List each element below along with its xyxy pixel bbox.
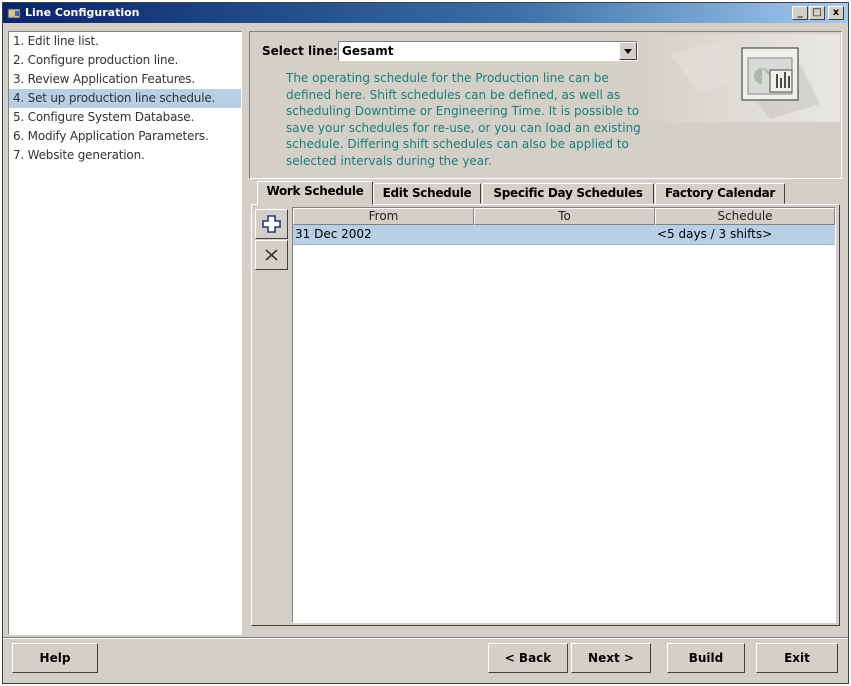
step-item-website-generation[interactable]: 7. Website generation. bbox=[9, 146, 241, 165]
exit-button[interactable]: Exit bbox=[756, 643, 838, 673]
line-select-value: Gesamt bbox=[342, 44, 394, 58]
close-icon bbox=[265, 249, 278, 261]
help-button[interactable]: Help bbox=[12, 643, 98, 673]
step-item-configure-database[interactable]: 5. Configure System Database. bbox=[9, 108, 241, 127]
select-line-label: Select line: bbox=[262, 44, 338, 58]
line-select[interactable]: Gesamt bbox=[338, 41, 638, 61]
step-item-edit-line-list[interactable]: 1. Edit line list. bbox=[9, 32, 241, 51]
step-item-configure-production-line[interactable]: 2. Configure production line. bbox=[9, 51, 241, 70]
app-icon bbox=[7, 8, 21, 19]
column-header-schedule[interactable]: Schedule bbox=[655, 208, 835, 225]
step-item-modify-parameters[interactable]: 6. Modify Application Parameters. bbox=[9, 127, 241, 146]
delete-schedule-button[interactable] bbox=[255, 240, 288, 270]
column-header-to[interactable]: To bbox=[474, 208, 655, 225]
steps-list: 1. Edit line list. 2. Configure producti… bbox=[8, 31, 242, 635]
footer-divider bbox=[3, 637, 848, 639]
step-item-review-features[interactable]: 3. Review Application Features. bbox=[9, 70, 241, 89]
maximize-button[interactable]: □ bbox=[809, 6, 825, 20]
build-button[interactable]: Build bbox=[667, 643, 745, 673]
tab-factory-calendar[interactable]: Factory Calendar bbox=[655, 183, 785, 204]
schedule-tabs: Work Schedule Edit Schedule Specific Day… bbox=[249, 181, 842, 642]
table-header: From To Schedule bbox=[293, 208, 835, 225]
work-schedule-table[interactable]: From To Schedule 31 Dec 2002 <5 days / 3… bbox=[292, 207, 836, 623]
tab-specific-day-schedules[interactable]: Specific Day Schedules bbox=[482, 183, 654, 204]
add-schedule-button[interactable] bbox=[255, 209, 288, 239]
window-title: Line Configuration bbox=[25, 6, 140, 19]
column-header-from[interactable]: From bbox=[293, 208, 474, 225]
cell-schedule[interactable]: <5 days / 3 shifts> bbox=[655, 225, 835, 244]
line-configuration-window: Line Configuration _ □ x 1. Edit line li… bbox=[2, 2, 849, 684]
tab-edit-schedule[interactable]: Edit Schedule bbox=[373, 183, 481, 204]
tab-work-schedule[interactable]: Work Schedule bbox=[257, 181, 373, 205]
cell-from[interactable]: 31 Dec 2002 bbox=[293, 225, 474, 244]
header-panel: Select line: Gesamt The operating schedu… bbox=[249, 31, 842, 179]
header-illustration-icon bbox=[630, 34, 840, 122]
step-item-set-up-schedule[interactable]: 4. Set up production line schedule. bbox=[9, 89, 241, 108]
back-button[interactable]: < Back bbox=[488, 643, 568, 673]
table-row[interactable]: 31 Dec 2002 <5 days / 3 shifts> bbox=[293, 225, 835, 245]
next-button[interactable]: Next > bbox=[571, 643, 651, 673]
minimize-button[interactable]: _ bbox=[792, 6, 808, 20]
schedule-description: The operating schedule for the Productio… bbox=[286, 71, 641, 168]
plus-icon bbox=[262, 215, 281, 233]
cell-to[interactable] bbox=[474, 225, 655, 244]
chevron-down-icon[interactable] bbox=[619, 42, 637, 60]
close-button[interactable]: x bbox=[828, 6, 844, 20]
title-bar[interactable]: Line Configuration _ □ x bbox=[3, 3, 848, 23]
work-schedule-panel: From To Schedule 31 Dec 2002 <5 days / 3… bbox=[251, 204, 840, 626]
